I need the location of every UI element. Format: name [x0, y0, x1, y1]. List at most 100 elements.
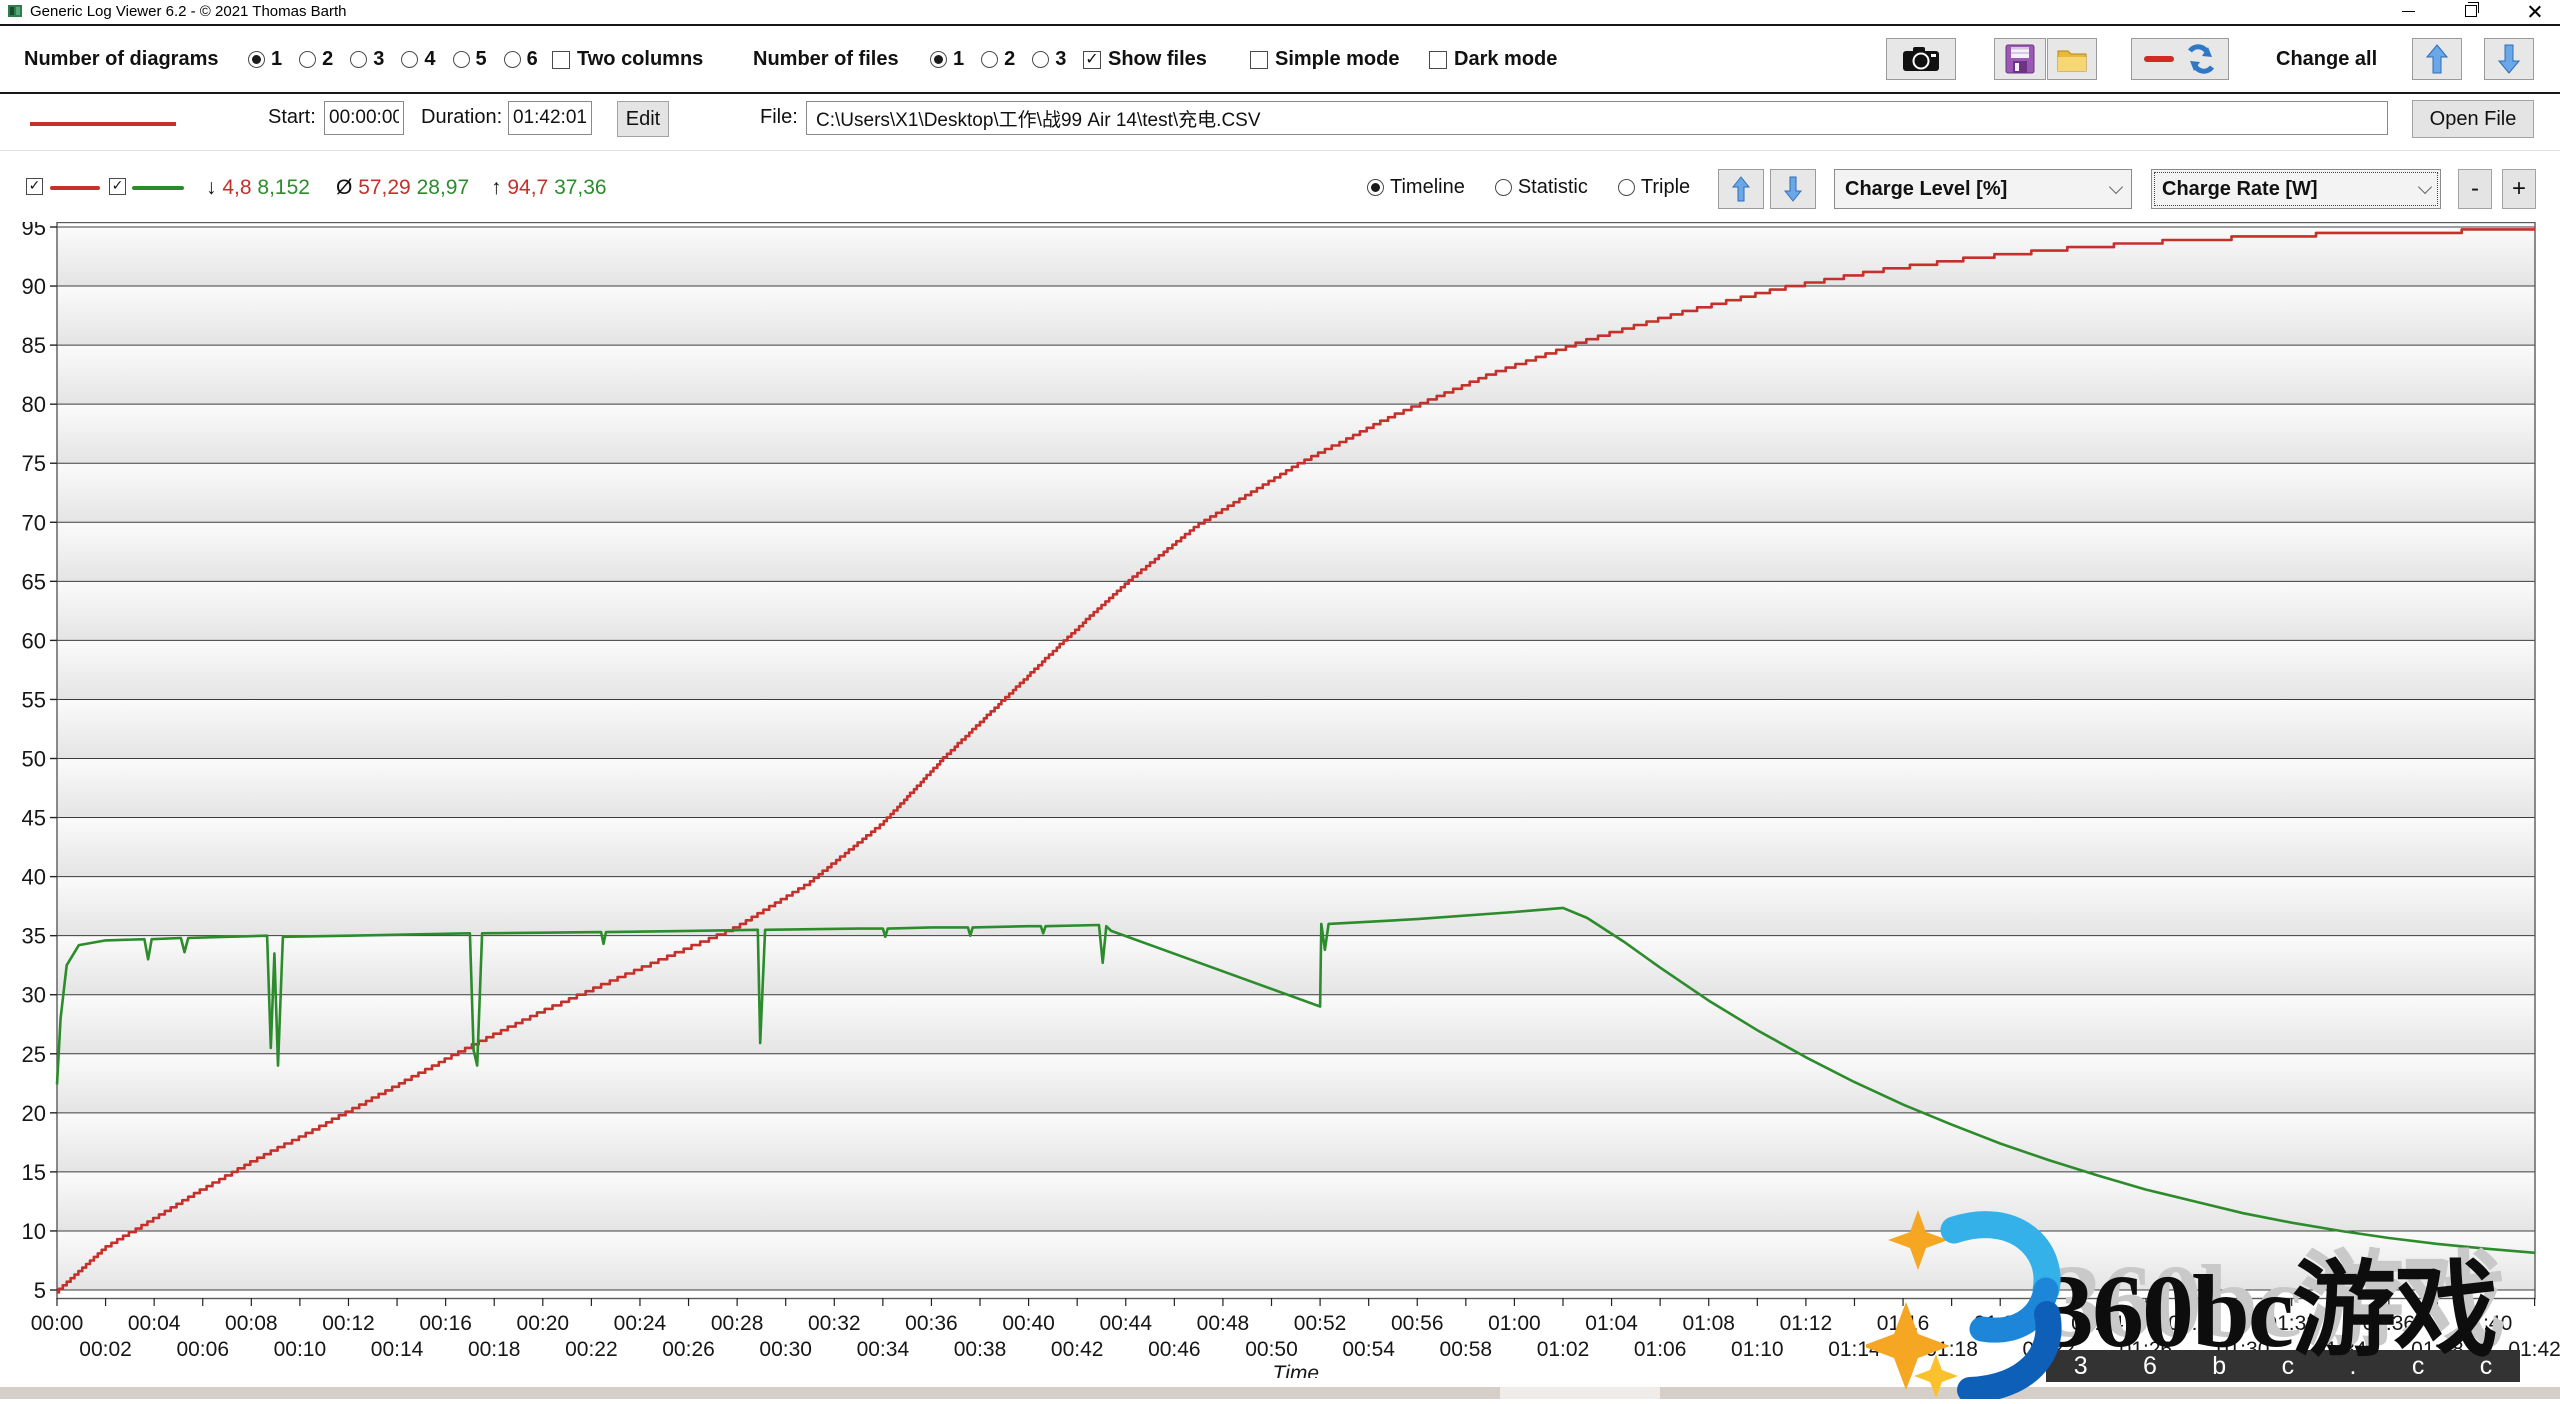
show-files-checkbox[interactable]: Show files [1083, 48, 1207, 71]
y-axis-label: 60 [22, 628, 46, 653]
min-value-red: 4,8 [222, 176, 252, 199]
screenshot-button[interactable] [1886, 38, 1956, 80]
x-axis-title: Time [1273, 1362, 1319, 1378]
x-axis-label: 01:12 [1780, 1312, 1833, 1335]
file-path-input[interactable] [806, 101, 2388, 135]
two-columns-checkbox[interactable]: Two columns [552, 48, 703, 71]
series1-channel-select[interactable]: Charge Level [%] [1834, 169, 2132, 209]
radio-option-label: 2 [1004, 48, 1016, 70]
series2-line-sample [132, 186, 184, 190]
app-icon [7, 3, 23, 24]
x-axis-label: 01:00 [1488, 1312, 1541, 1335]
y-axis-label: 95 [22, 222, 46, 240]
simple-mode-label: Simple mode [1275, 48, 1400, 70]
dark-mode-label: Dark mode [1454, 48, 1558, 70]
series2-visibility-checkbox[interactable] [109, 178, 126, 195]
timeline-chart[interactable]: 95 90 85 80 75 70 65 60 55 50 45 40 35 30 25 20 15 10 5 00:… [0, 222, 2560, 1378]
radio-option-label: 2 [322, 48, 334, 70]
radio-option-label: Timeline [1390, 176, 1465, 198]
radio-option-triple[interactable]: Triple [1617, 176, 1690, 199]
radio-option-6[interactable]: 6 [503, 48, 538, 71]
radio-option-label: 3 [1055, 48, 1067, 70]
zoom-in-button[interactable]: + [2502, 169, 2536, 209]
taskbar-band [0, 1387, 2560, 1399]
zoom-out-button[interactable]: - [2458, 169, 2492, 209]
open-folder-button[interactable] [2047, 38, 2097, 80]
radio-icon [503, 51, 521, 68]
radio-option-3[interactable]: 3 [350, 48, 384, 71]
x-axis-label: 00:48 [1197, 1312, 1250, 1335]
y-axis-label: 50 [22, 747, 46, 772]
view-mode-radio-group[interactable]: Timeline Statistic Triple [1367, 176, 1690, 199]
radio-option-label: 1 [953, 48, 965, 70]
checkbox-icon [109, 178, 126, 195]
radio-option-label: 4 [424, 48, 436, 70]
line-color-refresh-button[interactable] [2131, 38, 2229, 80]
x-axis-label: 00:46 [1148, 1338, 1201, 1361]
min-arrow-icon: ↓ [206, 176, 217, 199]
open-file-button[interactable]: Open File [2412, 100, 2534, 138]
radio-icon [401, 51, 419, 68]
radio-option-2[interactable]: 2 [981, 48, 1015, 71]
zoom-in-label: + [2511, 175, 2526, 202]
series1-visibility-checkbox[interactable] [26, 178, 43, 195]
move-diagram-up-button[interactable] [1718, 169, 1764, 209]
radio-option-3[interactable]: 3 [1032, 48, 1066, 71]
change-all-up-button[interactable] [2412, 38, 2462, 80]
save-button[interactable] [1994, 38, 2046, 80]
minimize-button[interactable] [2385, 0, 2431, 22]
series1-channel-value: Charge Level [%] [1845, 177, 2008, 200]
radio-option-2[interactable]: 2 [299, 48, 333, 71]
x-axis-label: 00:22 [565, 1338, 618, 1361]
diagrams-label: Number of diagrams [24, 48, 219, 70]
radio-option-4[interactable]: 4 [401, 48, 436, 71]
radio-icon [299, 51, 317, 68]
start-input[interactable] [324, 101, 404, 135]
x-axis-label: 00:34 [857, 1338, 910, 1361]
close-icon [2528, 5, 2541, 18]
x-axis-label: 00:18 [468, 1338, 521, 1361]
diagram-count-radio-group[interactable]: 1 2 3 4 5 6 [248, 48, 538, 71]
avg-value-green: 28,97 [416, 176, 470, 199]
radio-option-1[interactable]: 1 [248, 48, 282, 71]
y-axis-label: 65 [22, 569, 46, 594]
x-axis-label: 00:50 [1245, 1338, 1298, 1361]
checkbox-icon [1083, 50, 1101, 69]
dark-mode-checkbox[interactable]: Dark mode [1429, 48, 1557, 71]
camera-icon [1903, 47, 1939, 71]
start-label: Start: [268, 106, 316, 128]
series2-channel-select[interactable]: Charge Rate [W] [2151, 169, 2441, 209]
y-axis-label: 45 [22, 806, 46, 831]
duration-input[interactable] [508, 101, 592, 135]
window-title: Generic Log Viewer 6.2 - © 2021 Thomas B… [30, 3, 347, 20]
x-axis-label: 01:02 [1537, 1338, 1590, 1361]
file-count-radio-group[interactable]: 1 2 3 [930, 48, 1066, 71]
restore-button[interactable] [2448, 0, 2494, 22]
line-color-refresh-icon [2144, 44, 2215, 74]
radio-option-1[interactable]: 1 [930, 48, 964, 71]
y-axis-label: 55 [22, 687, 46, 712]
radio-icon [981, 51, 999, 68]
chart-header: ↓ 4,8 8,152 Ø 57,29 28,97 ↑ 94,7 37,36 T… [0, 151, 2560, 222]
close-button[interactable] [2511, 0, 2557, 22]
folder-icon [2057, 50, 2087, 72]
change-all-down-button[interactable] [2484, 38, 2534, 80]
simple-mode-checkbox[interactable]: Simple mode [1250, 48, 1399, 71]
radio-icon [1032, 51, 1050, 68]
x-axis-label: 00:26 [662, 1338, 715, 1361]
move-diagram-down-button[interactable] [1770, 169, 1816, 209]
radio-option-statistic[interactable]: Statistic [1494, 176, 1588, 199]
floppy-disk-icon [2005, 44, 2035, 74]
radio-option-timeline[interactable]: Timeline [1367, 176, 1465, 199]
change-all-label: Change all [2276, 48, 2378, 70]
y-axis-label: 80 [22, 392, 46, 417]
y-axis-label: 40 [22, 865, 46, 890]
series1-line-sample [50, 186, 100, 190]
max-arrow-icon: ↑ [491, 176, 502, 199]
radio-option-5[interactable]: 5 [452, 48, 487, 71]
x-axis-label: 00:52 [1294, 1312, 1347, 1335]
x-axis-label: 00:16 [419, 1312, 472, 1335]
edit-button[interactable]: Edit [617, 101, 669, 137]
y-axis-label: 20 [22, 1101, 46, 1126]
y-axis-label: 85 [22, 333, 46, 358]
